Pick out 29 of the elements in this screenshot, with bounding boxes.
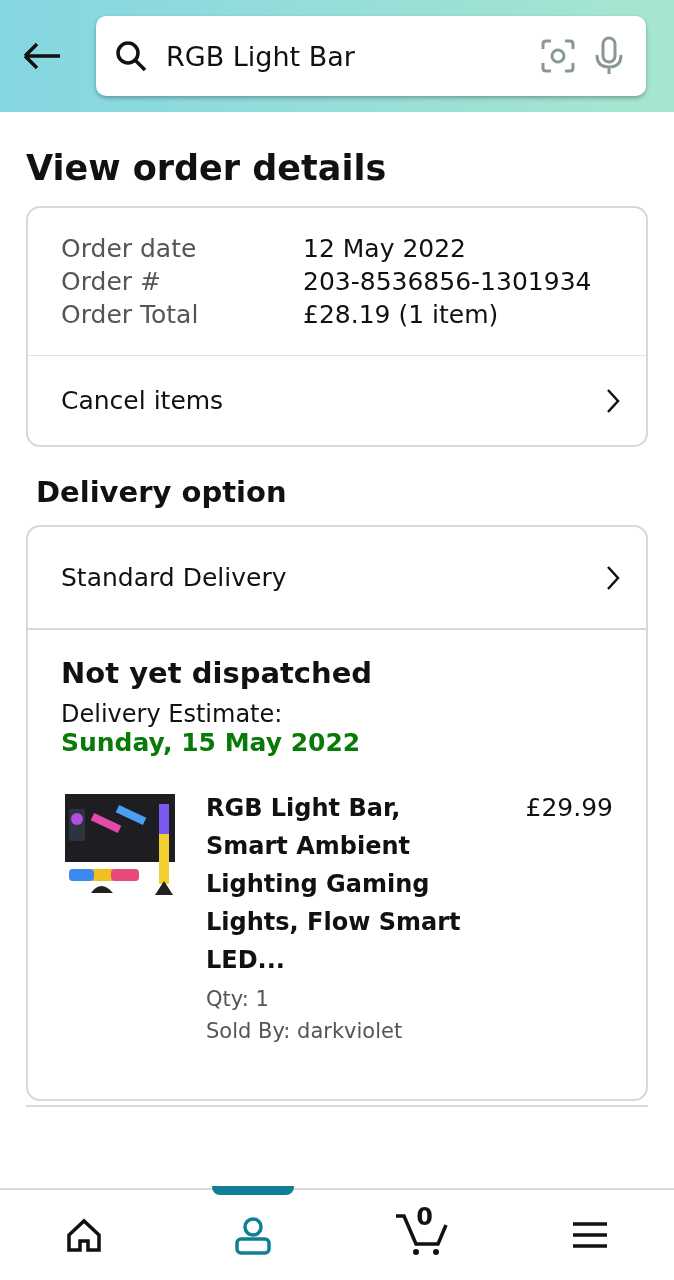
page-title: View order details (26, 148, 388, 188)
home-icon (66, 1217, 103, 1253)
search-field[interactable]: RGB Light Bar (96, 16, 646, 96)
product-price: £29.99 (525, 792, 613, 824)
person-icon (232, 1215, 273, 1255)
cart-tab[interactable]: 0 (371, 1190, 472, 1280)
field-value: 12 May 2022 (303, 234, 467, 263)
estimate-date: Sunday, 15 May 2022 (61, 728, 362, 757)
microphone-icon[interactable] (594, 36, 624, 76)
delivery-option-link[interactable]: Standard Delivery (28, 527, 646, 630)
search-icon (114, 39, 148, 73)
cancel-items-link[interactable]: Cancel items (28, 356, 646, 445)
field-label: Order # (61, 267, 162, 296)
product-title[interactable]: RGB Light Bar, Smart Ambient Lighting Gaming Lights, Flow Smart LED... (206, 789, 466, 979)
back-icon[interactable] (22, 41, 62, 71)
field-label: Order date (61, 234, 198, 263)
chevron-icon (606, 387, 620, 414)
camera-icon[interactable] (540, 38, 576, 74)
estimate-label: Delivery Estimate: (61, 700, 284, 728)
field-value: £28.19 (1 item) (303, 300, 500, 329)
section-heading: Delivery option (36, 475, 288, 509)
chevron-icon (606, 564, 620, 591)
seller: Sold By: darkviolet (206, 1019, 404, 1043)
shipment-status: Not yet dispatched (61, 656, 374, 690)
cart-count: 0 (416, 1203, 433, 1231)
menu-icon (571, 1220, 608, 1250)
field-value: 203-8536856-1301934 (303, 267, 593, 296)
quantity: Qty: 1 (206, 987, 270, 1011)
field-label: Order Total (61, 300, 200, 329)
